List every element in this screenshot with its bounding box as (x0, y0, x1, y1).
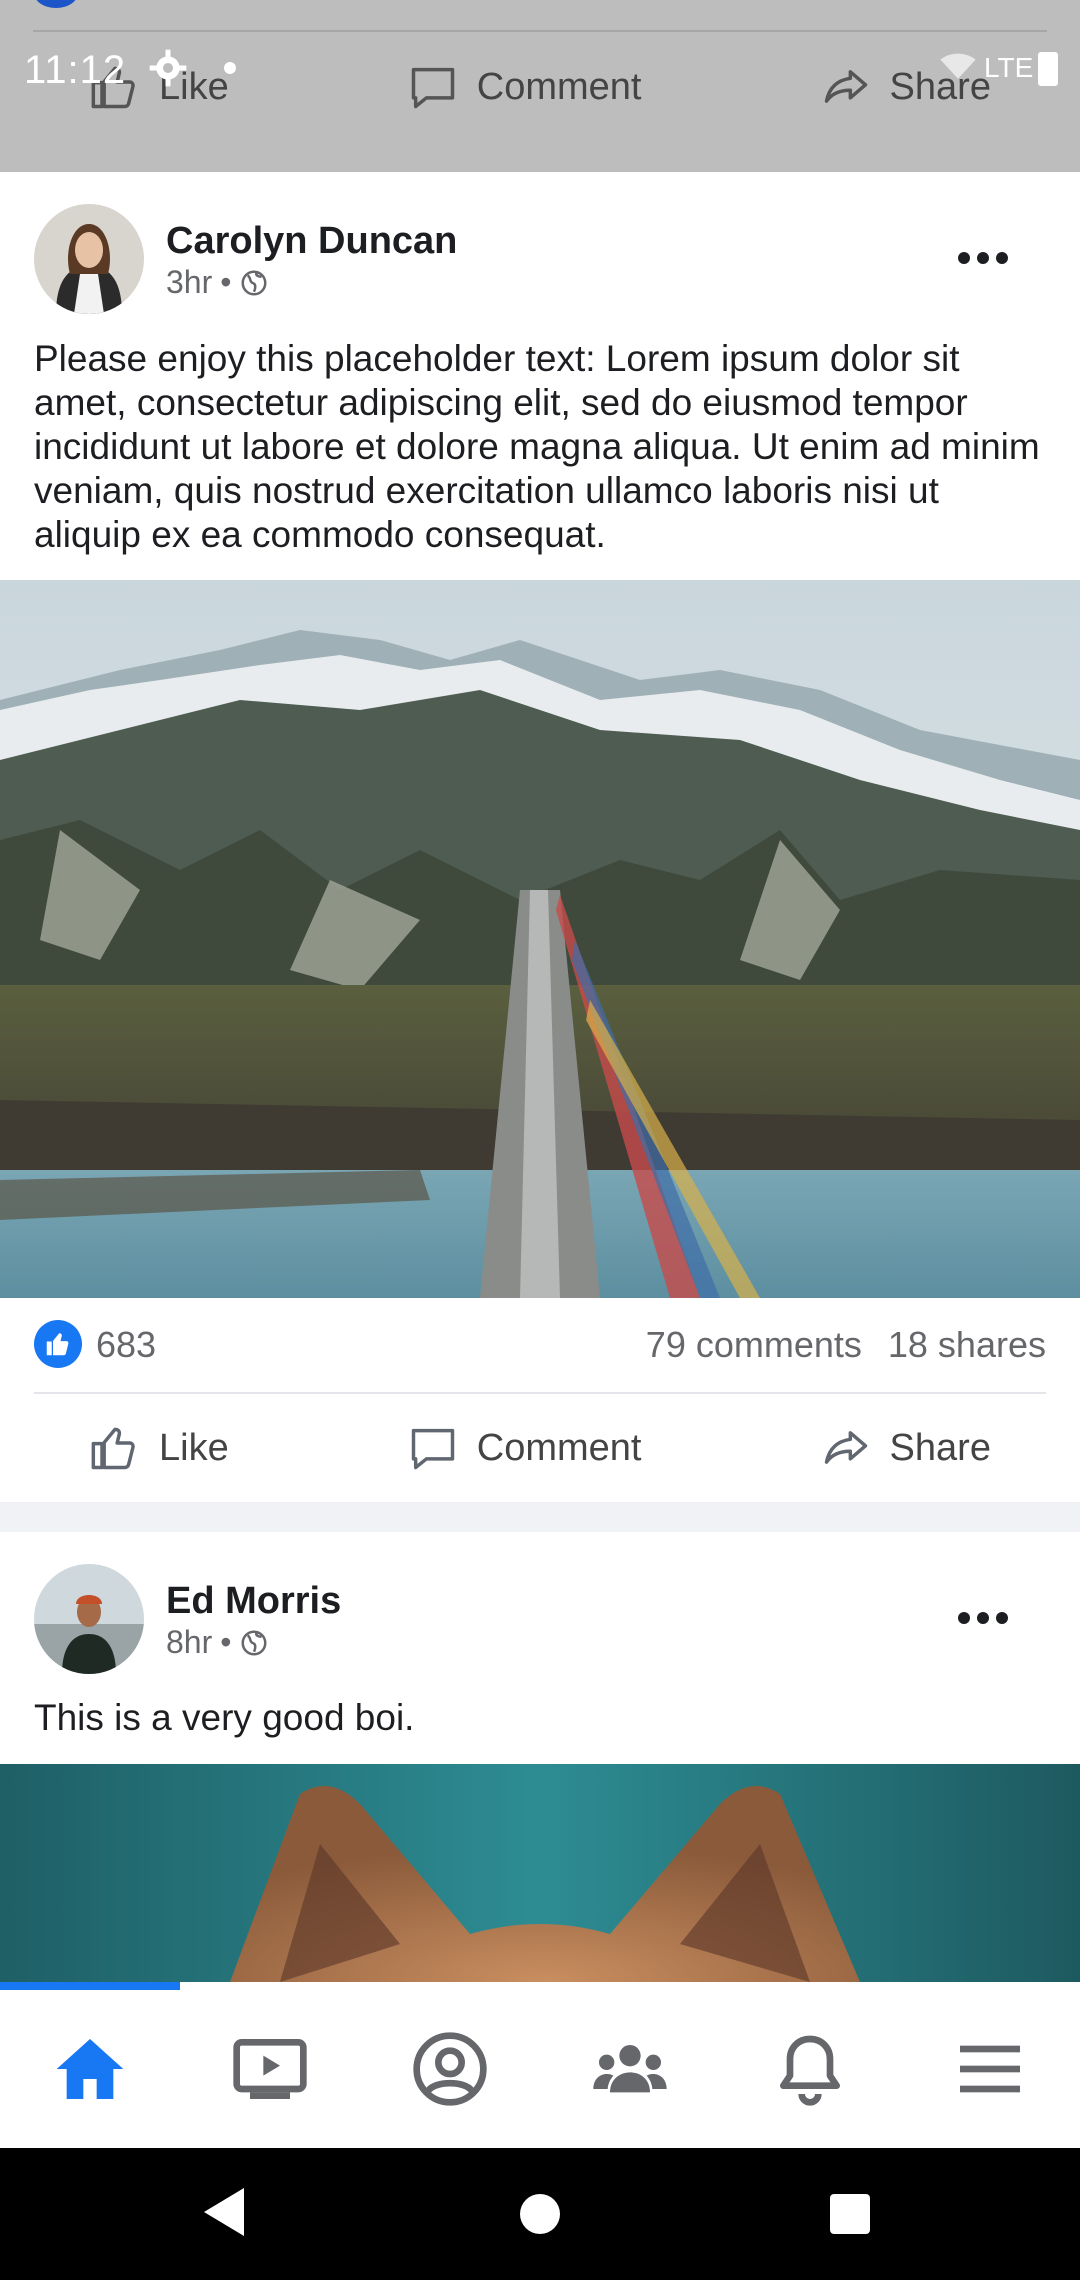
nav-video[interactable] (180, 1990, 360, 2148)
recents-icon[interactable] (830, 2194, 870, 2234)
status-bar: 11:12 LTE (0, 0, 1080, 140)
dot (977, 1612, 989, 1624)
post-header: Carolyn Duncan 3hr • (0, 172, 1080, 322)
profile-icon (413, 2032, 487, 2106)
video-icon (233, 2038, 307, 2099)
post-card: Carolyn Duncan 3hr • Please enjoy this p… (0, 172, 1080, 1502)
like-icon (91, 1427, 135, 1470)
post-time: 3hr (166, 264, 213, 300)
globe-icon (241, 270, 267, 295)
like-reaction-icon (34, 1320, 82, 1368)
dot (977, 252, 989, 264)
nav-groups[interactable] (540, 1990, 720, 2148)
share-label: Share (889, 1426, 991, 1469)
post-text: Please enjoy this placeholder text: Lore… (34, 338, 1040, 555)
comment-count[interactable]: 79 comments (646, 1324, 862, 1366)
avatar[interactable] (34, 204, 144, 314)
previous-post-action-strip: Like Comment Share 11:12 LTE (0, 0, 1080, 172)
network-label: LTE (984, 52, 1034, 83)
comment-button[interactable]: Comment (407, 1422, 642, 1474)
post-photo[interactable] (0, 580, 1080, 1298)
notifications-icon (780, 2035, 840, 2106)
author-name[interactable]: Ed Morris (166, 1580, 341, 1623)
post-text: This is a very good boi. (34, 1697, 415, 1738)
dog-photo (0, 1764, 1080, 1982)
nav-profile[interactable] (360, 1990, 540, 2148)
author-name[interactable]: Carolyn Duncan (166, 220, 457, 263)
bottom-navigation (0, 1982, 1080, 2148)
nav-notifications[interactable] (720, 1990, 900, 2148)
engagement-counts: 79 comments 18 shares (646, 1324, 1046, 1366)
mountain-bridge-photo (0, 580, 1080, 1298)
dot (996, 252, 1008, 264)
home-icon (56, 2039, 124, 2099)
more-options-button[interactable] (958, 252, 1008, 266)
share-button[interactable]: Share (820, 1422, 991, 1474)
post-header: Ed Morris 8hr • (0, 1532, 1080, 1682)
gear-icon (149, 49, 187, 87)
share-icon (824, 1431, 867, 1464)
battery-icon (1038, 52, 1058, 86)
system-home-icon[interactable] (520, 2194, 560, 2234)
system-navigation-bar (0, 2148, 1080, 2280)
post-stats: 683 79 comments 18 shares (0, 1298, 1080, 1394)
avatar-photo (34, 1564, 144, 1674)
post-actions: Like Comment Share (0, 1394, 1080, 1502)
status-time: 11:12 (24, 48, 127, 92)
globe-icon (241, 1630, 267, 1655)
post-photo[interactable] (0, 1764, 1080, 1982)
dot (996, 1612, 1008, 1624)
post-meta: 3hr • (166, 264, 269, 301)
dot (958, 252, 970, 264)
like-count[interactable]: 683 (96, 1324, 156, 1366)
active-tab-indicator (0, 1982, 180, 1990)
avatar-photo (34, 204, 144, 314)
share-count[interactable]: 18 shares (888, 1324, 1046, 1366)
menu-icon (960, 2045, 1020, 2093)
wifi-icon (940, 53, 976, 79)
notification-dot-icon (224, 62, 236, 74)
nav-home[interactable] (0, 1990, 180, 2148)
groups-icon (593, 2045, 667, 2093)
post-meta: 8hr • (166, 1624, 269, 1661)
comment-icon (411, 1428, 455, 1470)
like-label: Like (159, 1426, 229, 1469)
nav-menu[interactable] (900, 1990, 1080, 2148)
meta-separator: • (220, 264, 232, 300)
comment-label: Comment (476, 1426, 642, 1469)
avatar[interactable] (34, 1564, 144, 1674)
meta-separator: • (220, 1624, 232, 1660)
more-options-button[interactable] (958, 1612, 1008, 1626)
back-icon[interactable] (204, 2188, 244, 2236)
like-button[interactable]: Like (89, 1422, 229, 1474)
post-time: 8hr (166, 1624, 213, 1660)
post-card: Ed Morris 8hr • This is a very good boi. (0, 1532, 1080, 1982)
dot (958, 1612, 970, 1624)
